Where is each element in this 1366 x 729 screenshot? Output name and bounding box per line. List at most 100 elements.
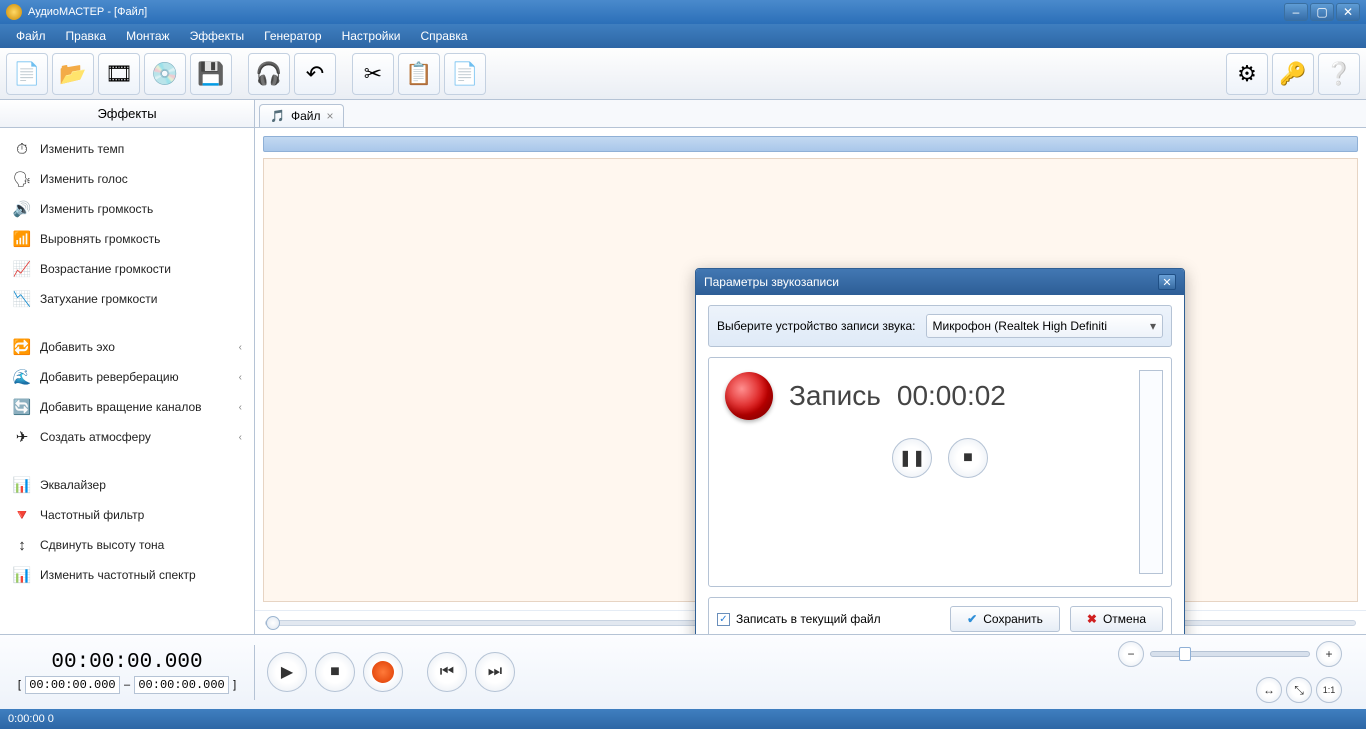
listen-button[interactable]: 🎧 bbox=[248, 53, 290, 95]
effect-item[interactable]: 🔊Изменить громкость bbox=[8, 194, 246, 224]
zoom-out-button[interactable]: − bbox=[1118, 641, 1144, 667]
record-label: Запись bbox=[789, 380, 881, 412]
effect-icon: 📊 bbox=[12, 475, 32, 495]
device-select[interactable]: Микрофон (Realtek High Definiti bbox=[926, 314, 1164, 338]
effect-icon: 📊 bbox=[12, 565, 32, 585]
effect-item[interactable]: 🔁Добавить эхо‹ bbox=[8, 332, 246, 362]
checkbox-label: Записать в текущий файл bbox=[736, 612, 881, 626]
menu-generator[interactable]: Генератор bbox=[254, 26, 331, 46]
cross-icon: ✖ bbox=[1087, 612, 1097, 626]
bottom-panel: 00:00:00.000 [ 00:00:00.000 – 00:00:00.0… bbox=[0, 634, 1366, 709]
skip-start-button[interactable]: ⏮ bbox=[427, 652, 467, 692]
device-row: Выберите устройство записи звука: Микроф… bbox=[708, 305, 1172, 347]
effect-item[interactable]: ↕Сдвинуть высоту тона bbox=[8, 530, 246, 560]
cd-button[interactable]: 💿 bbox=[144, 53, 186, 95]
effect-label: Создать атмосферу bbox=[40, 430, 151, 444]
effect-item[interactable]: 🔄Добавить вращение каналов‹ bbox=[8, 392, 246, 422]
effect-item[interactable]: 📊Изменить частотный спектр bbox=[8, 560, 246, 590]
open-button[interactable]: 📂 bbox=[52, 53, 94, 95]
transport: ▶ ■ ⏮ ⏭ − + ↔ ⤡ 1:1 bbox=[255, 635, 1366, 709]
effect-item[interactable]: 🔻Частотный фильтр bbox=[8, 500, 246, 530]
dialog-save-button[interactable]: ✔ Сохранить bbox=[950, 606, 1060, 632]
effect-label: Изменить громкость bbox=[40, 202, 153, 216]
dialog-pause-button[interactable]: ❚❚ bbox=[892, 438, 932, 478]
app-icon bbox=[6, 4, 22, 20]
record-indicator-icon bbox=[725, 372, 773, 420]
effects-sidebar: Эффекты ⏱Изменить темп🗣Изменить голос🔊Из… bbox=[0, 100, 255, 634]
menu-file[interactable]: Файл bbox=[6, 26, 56, 46]
dialog-stop-button[interactable]: ■ bbox=[948, 438, 988, 478]
timeline-header[interactable] bbox=[263, 136, 1358, 152]
skip-end-button[interactable]: ⏭ bbox=[475, 652, 515, 692]
copy-button[interactable]: 📋 bbox=[398, 53, 440, 95]
zoom-1to1-button[interactable]: 1:1 bbox=[1316, 677, 1342, 703]
effect-icon: 🔁 bbox=[12, 337, 32, 357]
effect-item[interactable]: 📊Эквалайзер bbox=[8, 470, 246, 500]
effect-label: Добавить вращение каналов bbox=[40, 400, 202, 414]
menu-effects[interactable]: Эффекты bbox=[180, 26, 255, 46]
effects-header: Эффекты bbox=[0, 100, 254, 128]
video-button[interactable]: 🎞 bbox=[98, 53, 140, 95]
menu-settings[interactable]: Настройки bbox=[332, 26, 411, 46]
undo-button[interactable]: ↶ bbox=[294, 53, 336, 95]
save-button[interactable]: 💾 bbox=[190, 53, 232, 95]
minimize-button[interactable]: – bbox=[1284, 3, 1308, 21]
license-button[interactable]: 🔑 bbox=[1272, 53, 1314, 95]
record-dialog: Параметры звукозаписи ✕ Выберите устройс… bbox=[695, 268, 1185, 634]
effect-item[interactable]: 📉Затухание громкости bbox=[8, 284, 246, 314]
dialog-close-icon[interactable]: ✕ bbox=[1158, 274, 1176, 290]
device-label: Выберите устройство записи звука: bbox=[717, 319, 916, 333]
time-to-input[interactable]: 00:00:00.000 bbox=[134, 676, 229, 694]
menu-edit[interactable]: Правка bbox=[56, 26, 117, 46]
paste-button[interactable]: 📄 bbox=[444, 53, 486, 95]
position-handle[interactable] bbox=[266, 616, 280, 630]
effect-label: Выровнять громкость bbox=[40, 232, 160, 246]
effect-item[interactable]: ⏱Изменить темп bbox=[8, 134, 246, 164]
chevron-left-icon: ‹ bbox=[239, 432, 242, 443]
play-button[interactable]: ▶ bbox=[267, 652, 307, 692]
record-time: 00:00:02 bbox=[897, 380, 1006, 412]
effect-item[interactable]: 🗣Изменить голос bbox=[8, 164, 246, 194]
fit-width-button[interactable]: ↔ bbox=[1256, 677, 1282, 703]
content-area: 🎵 Файл × Параметры звукозаписи ✕ Выберит… bbox=[255, 100, 1366, 634]
tabs: 🎵 Файл × bbox=[255, 100, 1366, 128]
effect-item[interactable]: 📶Выровнять громкость bbox=[8, 224, 246, 254]
statusbar: 0:00:00 0 bbox=[0, 709, 1366, 729]
effect-icon: 📉 bbox=[12, 289, 32, 309]
zoom-in-button[interactable]: + bbox=[1316, 641, 1342, 667]
effect-icon: ⏱ bbox=[12, 139, 32, 159]
menu-help[interactable]: Справка bbox=[410, 26, 477, 46]
checkbox-icon: ✓ bbox=[717, 613, 730, 626]
settings-button[interactable]: ⚙ bbox=[1226, 53, 1268, 95]
effect-label: Добавить реверберацию bbox=[40, 370, 179, 384]
effect-item[interactable]: 📈Возрастание громкости bbox=[8, 254, 246, 284]
help-button[interactable]: ❔ bbox=[1318, 53, 1360, 95]
save-to-current-checkbox[interactable]: ✓ Записать в текущий файл bbox=[717, 612, 881, 626]
effect-item[interactable]: 🌊Добавить реверберацию‹ bbox=[8, 362, 246, 392]
cut-button[interactable]: ✂ bbox=[352, 53, 394, 95]
toolbar: 📄 📂 🎞 💿 💾 🎧 ↶ ✂ 📋 📄 ⚙ 🔑 ❔ bbox=[0, 48, 1366, 100]
zoom-slider[interactable] bbox=[1150, 651, 1310, 657]
status-text: 0:00:00 0 bbox=[8, 713, 54, 725]
tab-close-icon[interactable]: × bbox=[326, 109, 333, 123]
effect-icon: 📈 bbox=[12, 259, 32, 279]
effect-item[interactable]: ✈ Создать атмосферу ‹ bbox=[8, 422, 246, 452]
fit-selection-button[interactable]: ⤡ bbox=[1286, 677, 1312, 703]
time-from-input[interactable]: 00:00:00.000 bbox=[25, 676, 120, 694]
close-button[interactable]: ✕ bbox=[1336, 3, 1360, 21]
tab-file[interactable]: 🎵 Файл × bbox=[259, 104, 344, 127]
effect-label: Сдвинуть высоту тона bbox=[40, 538, 164, 552]
new-button[interactable]: 📄 bbox=[6, 53, 48, 95]
menu-montage[interactable]: Монтаж bbox=[116, 26, 180, 46]
zoom-handle[interactable] bbox=[1179, 647, 1191, 661]
effect-icon: 🔄 bbox=[12, 397, 32, 417]
maximize-button[interactable]: ▢ bbox=[1310, 3, 1334, 21]
level-meter bbox=[1139, 370, 1163, 574]
dialog-titlebar[interactable]: Параметры звукозаписи ✕ bbox=[696, 269, 1184, 295]
effect-icon: ✈ bbox=[12, 427, 32, 447]
tab-label: Файл bbox=[291, 109, 321, 123]
dialog-cancel-button[interactable]: ✖ Отмена bbox=[1070, 606, 1163, 632]
effect-icon: 🗣 bbox=[12, 169, 32, 189]
record-button[interactable] bbox=[363, 652, 403, 692]
stop-button[interactable]: ■ bbox=[315, 652, 355, 692]
